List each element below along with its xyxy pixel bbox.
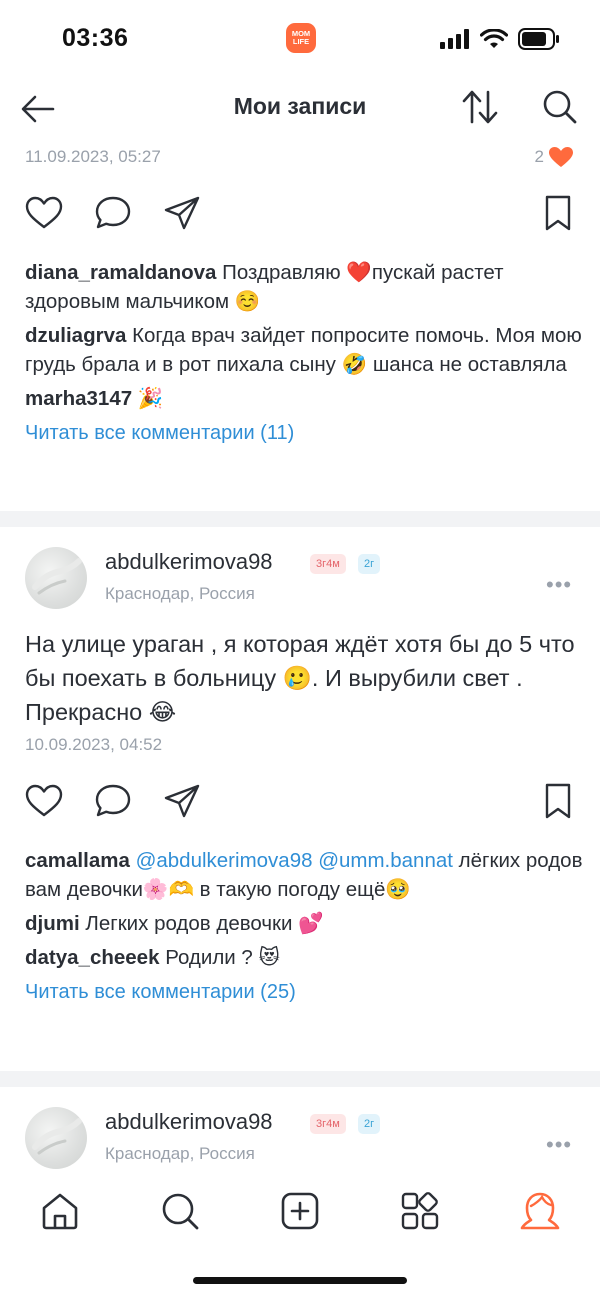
bottom-tab-bar bbox=[0, 1175, 600, 1297]
avatar-photo-icon bbox=[32, 558, 82, 595]
comment-item: marha3147 🎉 bbox=[25, 384, 585, 413]
avatar[interactable] bbox=[25, 1107, 87, 1169]
search-icon[interactable] bbox=[540, 89, 580, 125]
comment-author[interactable]: djumi bbox=[25, 912, 80, 935]
like-count[interactable]: 2 bbox=[535, 146, 574, 168]
services-grid-icon[interactable] bbox=[398, 1189, 442, 1233]
read-all-comments-link[interactable]: Читать все комментарии (11) bbox=[25, 419, 585, 448]
comments-list: camallama @abdulkerimova98 @umm.bannat л… bbox=[25, 846, 585, 1007]
create-post-icon[interactable] bbox=[278, 1189, 322, 1233]
comment-text: 🎉 bbox=[137, 387, 164, 410]
post-actions bbox=[0, 781, 600, 821]
comment-item: camallama @abdulkerimova98 @umm.bannat л… bbox=[25, 846, 585, 904]
comment-author[interactable]: diana_ramaldanova bbox=[25, 261, 216, 284]
comment-bubble-icon[interactable] bbox=[93, 193, 133, 233]
share-send-icon[interactable] bbox=[162, 193, 202, 233]
like-count-value: 2 bbox=[534, 147, 544, 166]
mother-age-badge: 3г4м bbox=[310, 554, 346, 574]
avatar[interactable] bbox=[25, 547, 87, 609]
comment-item: datya_cheeek Родили ? 😻 bbox=[25, 943, 585, 972]
comment-author[interactable]: dzuliagrva bbox=[25, 324, 126, 347]
comment-author[interactable]: marha3147 bbox=[25, 387, 132, 410]
post-divider bbox=[0, 511, 600, 527]
post-header: abdulkerimova98 3г4м 2г Краснодар, Росси… bbox=[0, 547, 600, 627]
post-date: 10.09.2023, 04:52 bbox=[25, 735, 163, 754]
wifi-icon bbox=[480, 29, 508, 48]
search-tab-icon[interactable] bbox=[158, 1189, 202, 1233]
post-location: Краснодар, Россия bbox=[105, 1144, 255, 1163]
heart-filled-icon bbox=[549, 147, 573, 167]
child-age-badge: 2г bbox=[358, 554, 381, 574]
post-text: На улице ураган , я которая ждёт хотя бы… bbox=[25, 631, 575, 725]
page-title: Мои записи bbox=[233, 93, 367, 119]
cellular-signal-icon bbox=[440, 29, 469, 49]
post-actions bbox=[0, 193, 600, 233]
comment-bubble-icon[interactable] bbox=[93, 781, 133, 821]
child-age-badge: 2г bbox=[358, 1114, 381, 1134]
avatar-photo-icon bbox=[32, 1118, 82, 1155]
app-logo-icon: MOM LIFE bbox=[286, 23, 316, 53]
comment-item: diana_ramaldanova Поздравляю ❤️пускай ра… bbox=[25, 258, 585, 316]
post-divider bbox=[0, 1071, 600, 1087]
comment-text: Родили ? 😻 bbox=[165, 946, 280, 969]
more-options-button[interactable]: ••• bbox=[546, 1132, 572, 1158]
comments-list: diana_ramaldanova Поздравляю ❤️пускай ра… bbox=[25, 258, 585, 448]
more-options-button[interactable]: ••• bbox=[546, 572, 572, 598]
status-time: 03:36 bbox=[62, 24, 129, 52]
home-indicator bbox=[193, 1277, 407, 1284]
post-location: Краснодар, Россия bbox=[105, 584, 255, 603]
status-bar: 03:36 MOM LIFE bbox=[0, 0, 600, 80]
like-heart-icon[interactable] bbox=[24, 781, 64, 821]
comment-author[interactable]: camallama bbox=[25, 849, 130, 872]
header: Мои записи bbox=[0, 80, 600, 136]
comment-text: Легких родов девочки 💕 bbox=[85, 912, 324, 935]
mother-age-badge: 3г4м bbox=[310, 1114, 346, 1134]
comment-author[interactable]: datya_cheeek bbox=[25, 946, 159, 969]
battery-icon bbox=[518, 28, 559, 50]
comment-item: dzuliagrva Когда врач зайдет попросите п… bbox=[25, 321, 585, 379]
share-send-icon[interactable] bbox=[162, 781, 202, 821]
status-icons bbox=[440, 28, 560, 50]
comment-item: djumi Легких родов девочки 💕 bbox=[25, 909, 585, 938]
home-icon[interactable] bbox=[38, 1189, 82, 1233]
post-author-username[interactable]: abdulkerimova98 bbox=[105, 549, 273, 575]
profile-avatar-icon[interactable] bbox=[518, 1189, 562, 1233]
bookmark-icon[interactable] bbox=[538, 781, 578, 821]
post-date: 11.09.2023, 05:27 bbox=[25, 147, 161, 166]
post-author-username[interactable]: abdulkerimova98 bbox=[105, 1109, 273, 1135]
read-all-comments-link[interactable]: Читать все комментарии (25) bbox=[25, 978, 585, 1007]
like-heart-icon[interactable] bbox=[24, 193, 64, 233]
comment-mentions[interactable]: @abdulkerimova98 @umm.bannat bbox=[136, 849, 453, 872]
bookmark-icon[interactable] bbox=[538, 193, 578, 233]
sort-icon[interactable] bbox=[460, 89, 500, 125]
